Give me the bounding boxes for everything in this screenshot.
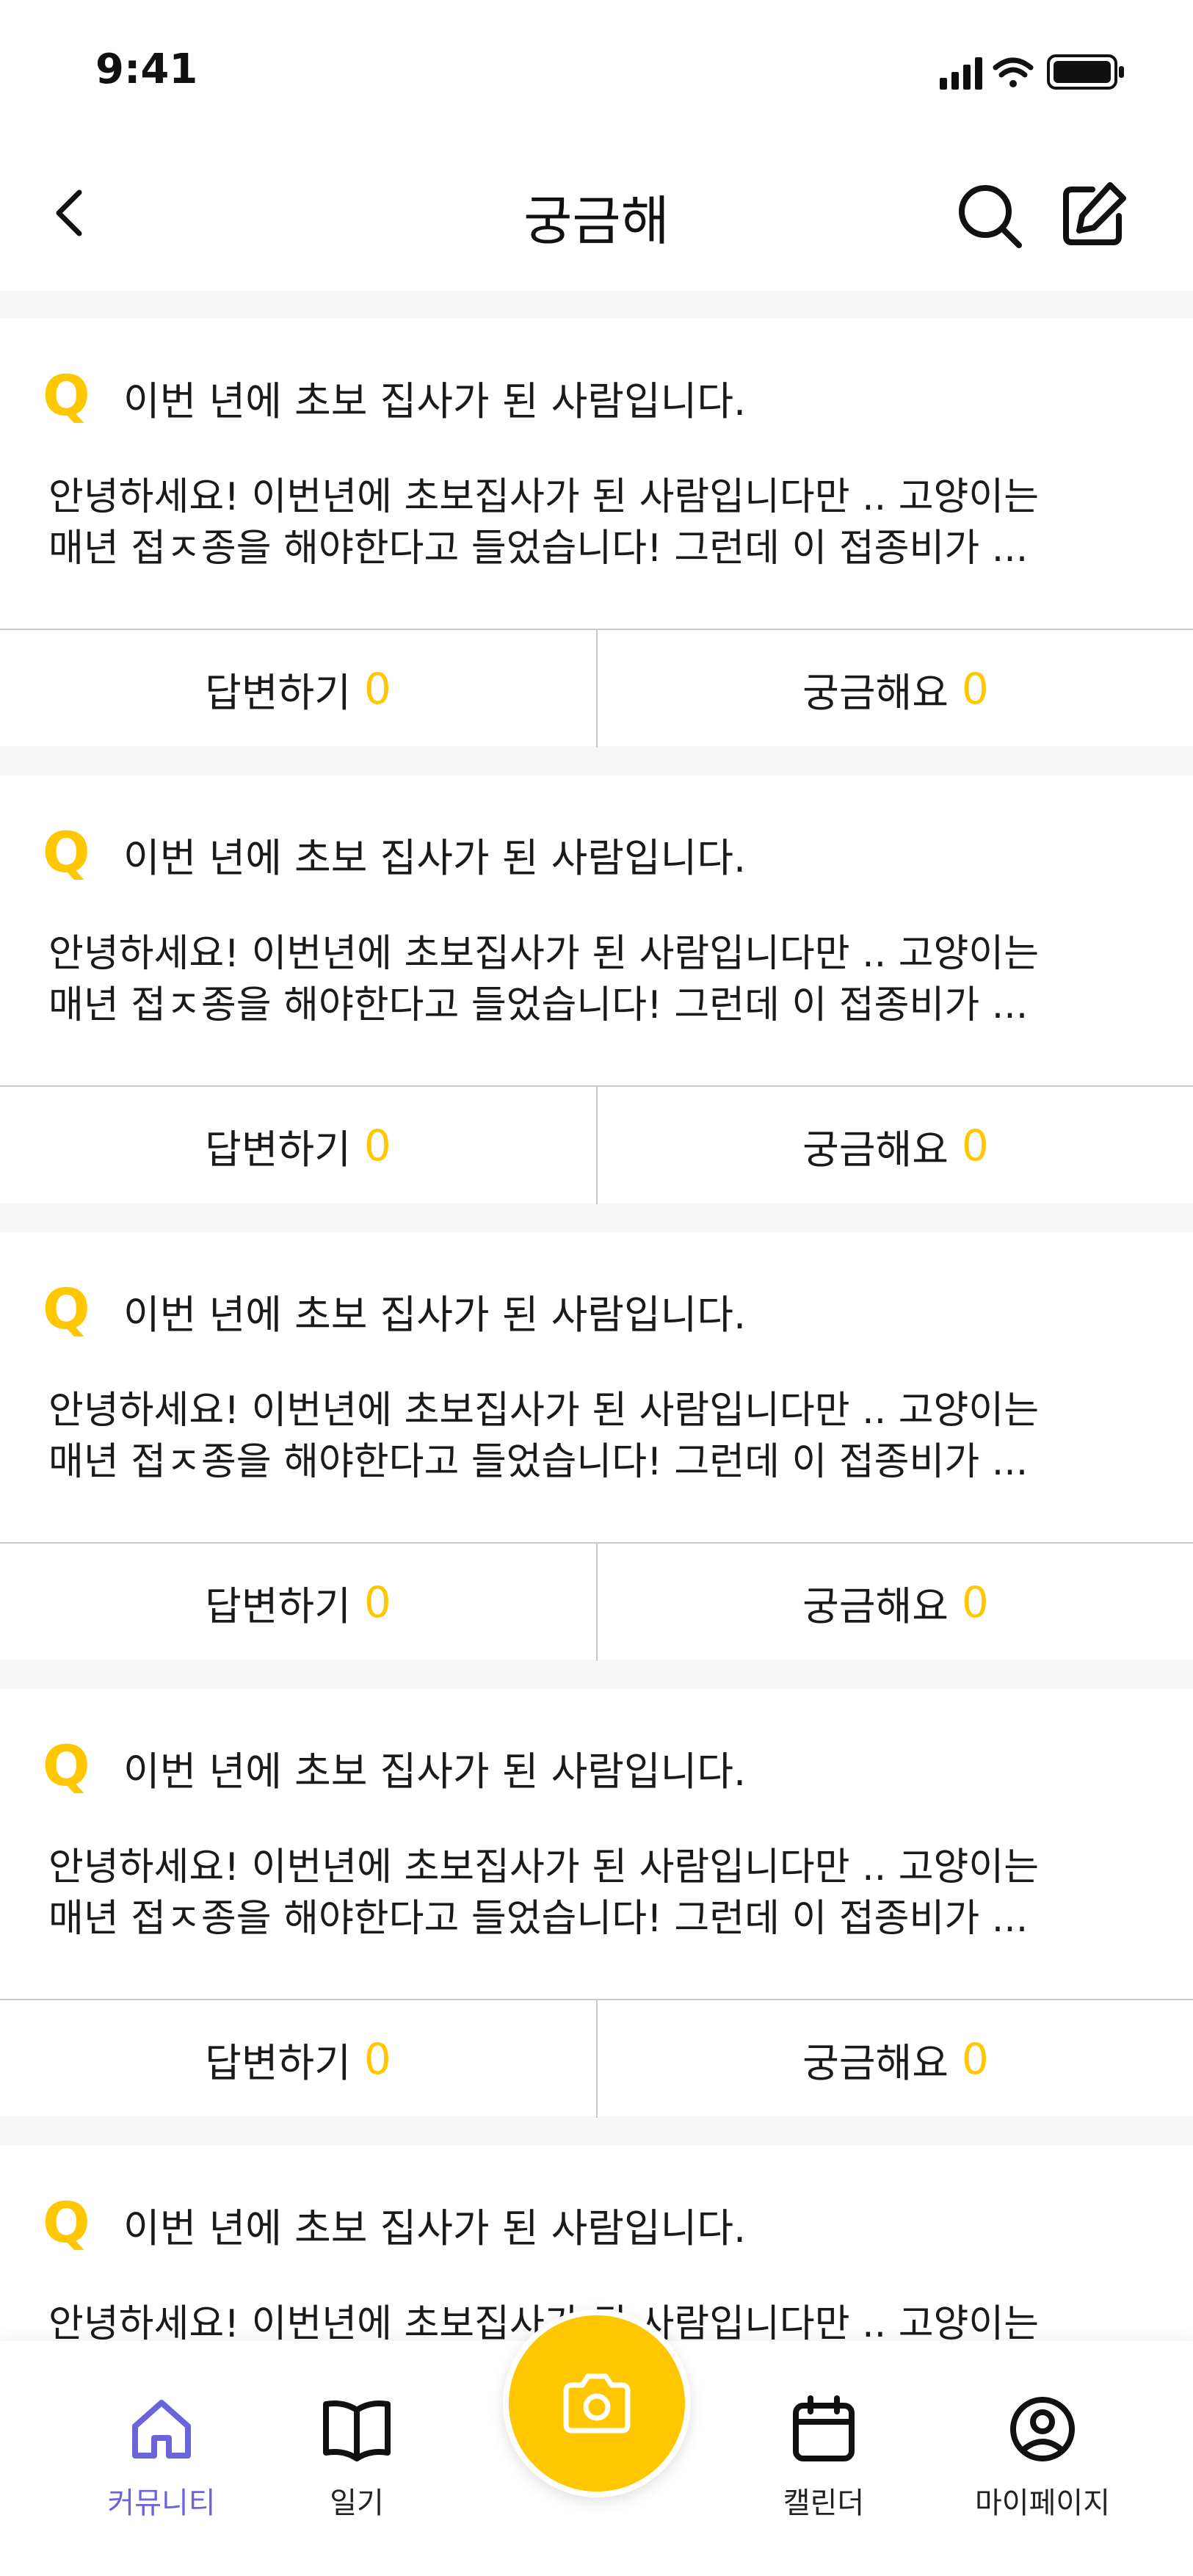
question-mark-icon: Q: [43, 820, 90, 885]
curious-count: 0: [961, 2034, 989, 2084]
battery-icon: [1047, 54, 1124, 90]
status-bar: 9:41: [0, 0, 1193, 147]
curious-count: 0: [961, 664, 989, 714]
question-mark-icon: Q: [43, 363, 90, 428]
answer-button[interactable]: 답변하기 0: [0, 630, 598, 748]
calendar-icon: [793, 2395, 855, 2461]
curious-button[interactable]: 궁금해요 0: [598, 1087, 1193, 1204]
question-title[interactable]: 이번 년에 초보 집사가 된 사람입니다.: [123, 1282, 746, 1340]
camera-icon: [563, 2373, 631, 2434]
question-card[interactable]: Q 이번 년에 초보 집사가 된 사람입니다. 안녕하세요! 이번년에 초보집사…: [0, 775, 1193, 1204]
curious-count: 0: [961, 1577, 989, 1627]
question-actions: 답변하기 0 궁금해요 0: [0, 629, 1193, 748]
answer-count: 0: [363, 664, 391, 714]
search-button[interactable]: [953, 179, 1026, 253]
question-title[interactable]: 이번 년에 초보 집사가 된 사람입니다.: [123, 2196, 746, 2254]
curious-label: 궁금해요: [802, 669, 949, 716]
tab-mypage[interactable]: 마이페이지: [954, 2392, 1131, 2522]
curious-label: 궁금해요: [802, 1582, 949, 1629]
home-icon: [132, 2400, 191, 2459]
curious-button[interactable]: 궁금해요 0: [598, 1544, 1193, 1661]
question-body: 안녕하세요! 이번년에 초보집사가 된 사람입니다만 .. 고양이는 매년 접ㅈ…: [48, 471, 1150, 574]
question-card[interactable]: Q 이번 년에 초보 집사가 된 사람입니다. 안녕하세요! 이번년에 초보집사…: [0, 1689, 1193, 2118]
question-body-line: 안녕하세요! 이번년에 초보집사가 된 사람입니다만 .. 고양이는: [48, 1845, 1040, 1889]
wifi-icon: [993, 57, 1034, 87]
tab-community[interactable]: 커뮤니티: [73, 2392, 250, 2522]
question-body: 안녕하세요! 이번년에 초보집사가 된 사람입니다만 .. 고양이는 매년 접ㅈ…: [48, 928, 1150, 1031]
status-icons: [940, 51, 1131, 98]
question-actions: 답변하기 0 궁금해요 0: [0, 1542, 1193, 1661]
answer-label: 답변하기: [205, 1126, 351, 1173]
question-body-line: 안녕하세요! 이번년에 초보집사가 된 사람입니다만 .. 고양이는: [48, 1389, 1040, 1433]
question-body-line: 안녕하세요! 이번년에 초보집사가 된 사람입니다만 .. 고양이는: [48, 932, 1040, 976]
question-card[interactable]: Q 이번 년에 초보 집사가 된 사람입니다. 안녕하세요! 이번년에 초보집사…: [0, 1232, 1193, 1661]
question-body-line: 안녕하세요! 이번년에 초보집사가 된 사람입니다만 .. 고양이는: [48, 475, 1040, 519]
question-title[interactable]: 이번 년에 초보 집사가 된 사람입니다.: [123, 1739, 746, 1797]
answer-button[interactable]: 답변하기 0: [0, 1087, 598, 1204]
status-time: 9:41: [95, 46, 198, 93]
curious-button[interactable]: 궁금해요 0: [598, 2000, 1193, 2118]
camera-button[interactable]: [503, 2309, 691, 2497]
answer-count: 0: [363, 1121, 391, 1171]
curious-label: 궁금해요: [802, 2039, 949, 2086]
search-icon: [959, 185, 1022, 248]
tab-label: 캘린더: [783, 2486, 865, 2520]
answer-button[interactable]: 답변하기 0: [0, 1544, 598, 1661]
book-icon: [323, 2400, 391, 2461]
question-body-line: 매년 접ㅈ종을 해야한다고 들었습니다! 그런데 이 접종비가 ...: [48, 527, 1029, 571]
question-body-line: 매년 접ㅈ종을 해야한다고 들었습니다! 그런데 이 접종비가 ...: [48, 1440, 1029, 1484]
tab-label: 커뮤니티: [107, 2486, 216, 2520]
answer-label: 답변하기: [205, 1582, 351, 1629]
answer-count: 0: [363, 1577, 391, 1627]
question-mark-icon: Q: [43, 1276, 90, 1342]
question-mark-icon: Q: [43, 2190, 90, 2255]
curious-label: 궁금해요: [802, 1126, 949, 1173]
write-button[interactable]: [1056, 179, 1129, 253]
tab-label: 일기: [330, 2486, 384, 2520]
question-body-line: 매년 접ㅈ종을 해야한다고 들었습니다! 그런데 이 접종비가 ...: [48, 1897, 1029, 1941]
tab-label: 마이페이지: [975, 2486, 1110, 2520]
tab-calendar[interactable]: 캘린더: [736, 2392, 912, 2522]
question-body-line: 매년 접ㅈ종을 해야한다고 들었습니다! 그런데 이 접종비가 ...: [48, 983, 1029, 1027]
question-mark-icon: Q: [43, 1733, 90, 1798]
question-body: 안녕하세요! 이번년에 초보집사가 된 사람입니다만 .. 고양이는 매년 접ㅈ…: [48, 1842, 1150, 1944]
tab-diary[interactable]: 일기: [269, 2392, 445, 2522]
question-actions: 답변하기 0 궁금해요 0: [0, 1999, 1193, 2118]
answer-count: 0: [363, 2034, 391, 2084]
answer-label: 답변하기: [205, 2039, 351, 2086]
curious-button[interactable]: 궁금해요 0: [598, 630, 1193, 748]
question-actions: 답변하기 0 궁금해요 0: [0, 1085, 1193, 1204]
edit-icon: [1063, 182, 1126, 245]
question-title[interactable]: 이번 년에 초보 집사가 된 사람입니다.: [123, 825, 746, 883]
question-title[interactable]: 이번 년에 초보 집사가 된 사람입니다.: [123, 369, 746, 427]
question-body: 안녕하세요! 이번년에 초보집사가 된 사람입니다만 .. 고양이는 매년 접ㅈ…: [48, 1385, 1150, 1488]
answer-label: 답변하기: [205, 669, 351, 716]
answer-button[interactable]: 답변하기 0: [0, 2000, 598, 2118]
signal-icon: [940, 57, 982, 90]
question-card[interactable]: Q 이번 년에 초보 집사가 된 사람입니다. 안녕하세요! 이번년에 초보집사…: [0, 319, 1193, 748]
user-circle-icon: [1010, 2397, 1075, 2461]
app-header: 궁금해: [0, 147, 1193, 291]
curious-count: 0: [961, 1121, 989, 1171]
